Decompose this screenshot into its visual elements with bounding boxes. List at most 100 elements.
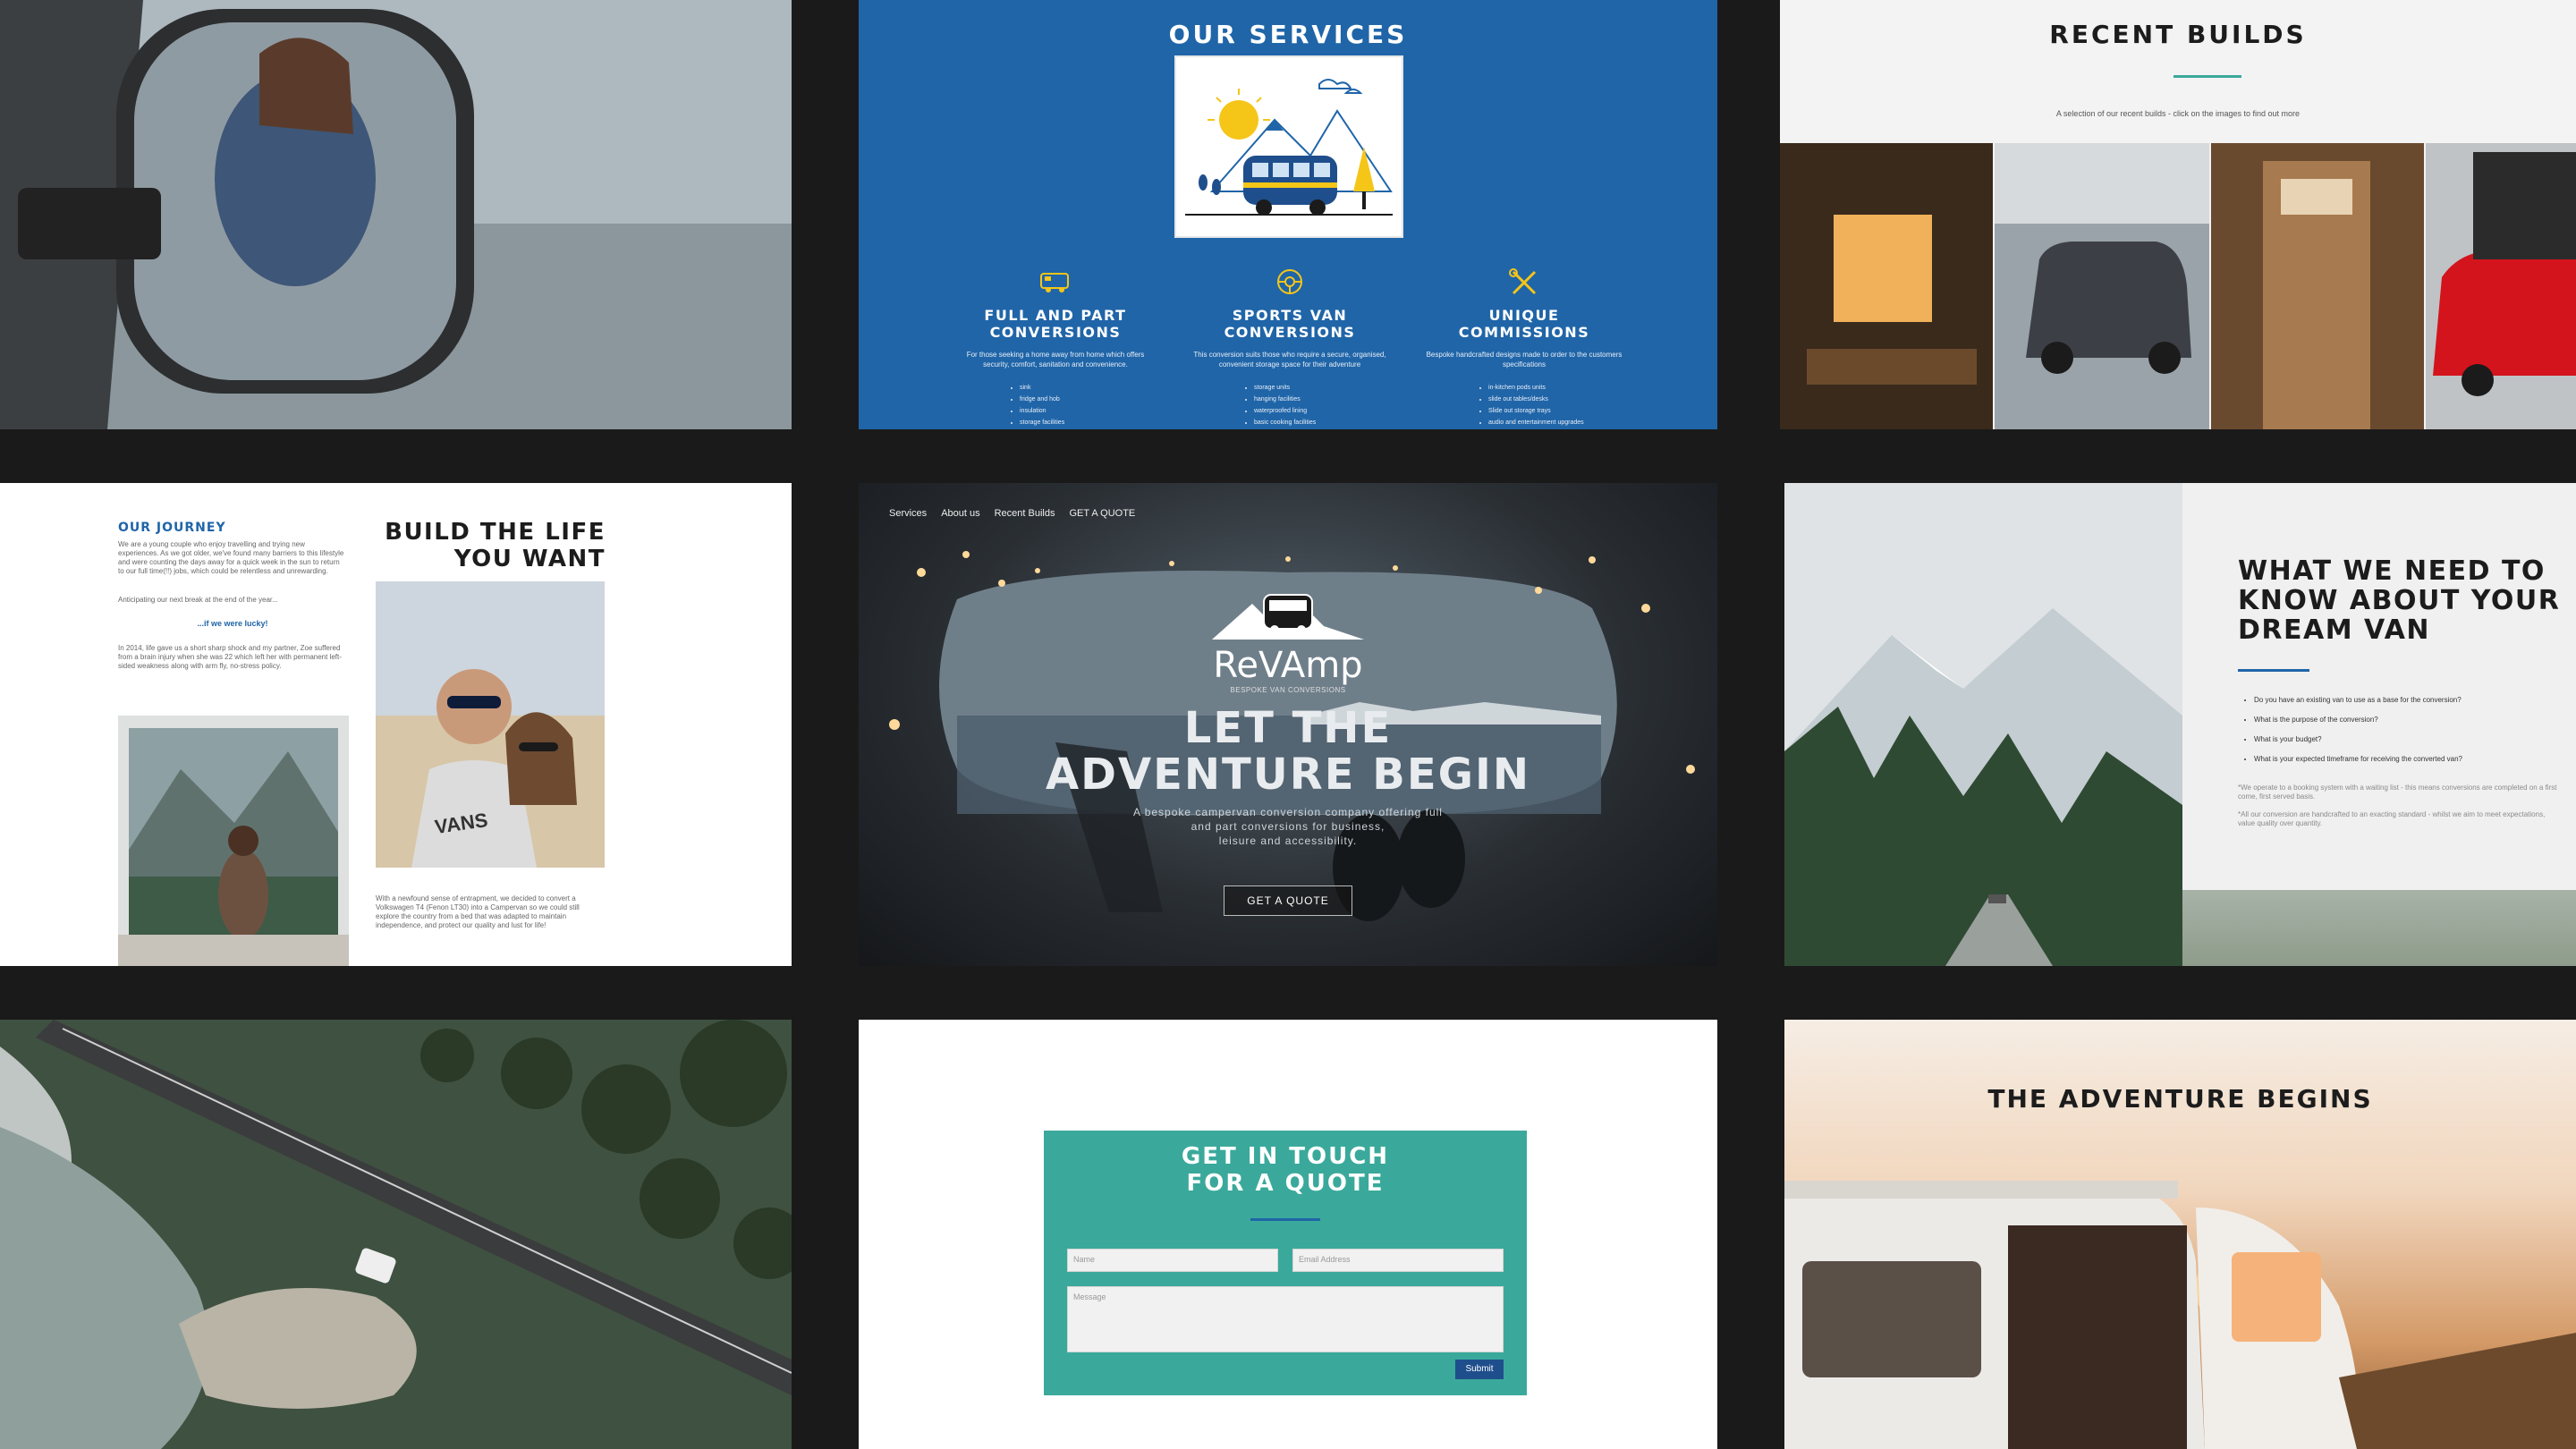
adventure-begins-section: THE ADVENTURE BEGINS — [1784, 1020, 2576, 1449]
email-field[interactable]: Email Address — [1292, 1249, 1504, 1272]
contact-title-line1: GET IN TOUCH — [1181, 1143, 1390, 1170]
title-underline — [1250, 1218, 1320, 1221]
need-question: Do you have an existing van to use as a … — [2254, 691, 2558, 710]
service-bullet: basic cooking facilities — [1254, 417, 1397, 428]
need-title-line3: DREAM VAN — [2238, 614, 2431, 646]
service-title-line1: FULL AND PART — [984, 307, 1127, 324]
nav-get-a-quote[interactable]: GET A QUOTE — [1069, 508, 1135, 519]
service-bullet: insulation — [1020, 405, 1163, 417]
recent-builds-section: RECENT BUILDS A selection of our recent … — [1780, 0, 2576, 429]
builds-images — [1780, 143, 2576, 429]
contact-section: GET IN TOUCH FOR A QUOTE Name Email Addr… — [859, 1020, 1717, 1449]
service-bullet: hanging facilities — [1254, 394, 1397, 405]
quote-form: GET IN TOUCH FOR A QUOTE Name Email Addr… — [1044, 1131, 1527, 1395]
hero-title-line1: LET THE — [1183, 703, 1393, 753]
hero-title-line2: ADVENTURE BEGIN — [1045, 750, 1531, 800]
service-bullet: storage units — [1254, 382, 1397, 394]
nav-recent-builds[interactable]: Recent Builds — [995, 508, 1055, 519]
hero-subtitle-line1: A bespoke campervan conversion company o… — [1133, 806, 1443, 818]
journey-paragraph: Anticipating our next break at the end o… — [118, 596, 278, 604]
hero-subtitle: A bespoke campervan conversion company o… — [859, 805, 1717, 848]
service-bullets: sink fridge and hob insulation storage f… — [1020, 382, 1163, 428]
info-panel: WHAT WE NEED TO KNOW ABOUT YOUR DREAM VA… — [2182, 483, 2576, 890]
hero-subtitle-line2: and part conversions for business, — [1191, 820, 1385, 833]
journey-paragraph: In 2014, life gave us a short sharp shoc… — [118, 644, 342, 670]
service-title-line2: CONVERSIONS — [1224, 324, 1356, 341]
need-question: What is the purpose of the conversion? — [2254, 710, 2558, 730]
journey-section: OUR JOURNEY We are a young couple who en… — [0, 483, 792, 966]
sunset-van-image — [1784, 1181, 2576, 1449]
service-bullet: in-kitchen pods units — [1488, 382, 1631, 394]
service-bullet: waterproofed lining — [1254, 405, 1397, 417]
get-quote-button[interactable]: GET A QUOTE — [1224, 886, 1352, 916]
name-field[interactable]: Name — [1067, 1249, 1278, 1272]
need-note: *We operate to a booking system with a w… — [2238, 784, 2557, 801]
nav-about-us[interactable]: About us — [941, 508, 979, 519]
service-description: For those seeking a home away from home … — [966, 351, 1145, 369]
tools-icon — [1417, 268, 1631, 300]
journey-paragraph: With a newfound sense of entrapment, we … — [376, 894, 580, 929]
service-description: This conversion suits those who require … — [1193, 351, 1386, 369]
message-field[interactable]: Message — [1067, 1286, 1504, 1352]
woman-in-van-photo — [118, 716, 349, 966]
title-underline — [2238, 669, 2309, 672]
service-title-line1: SPORTS VAN — [1232, 307, 1348, 324]
service-title-line1: UNIQUE — [1488, 307, 1560, 324]
service-bullets: storage units hanging facilities waterpr… — [1254, 382, 1397, 428]
need-question: What is your expected timeframe for rece… — [2254, 750, 2558, 769]
begins-title: THE ADVENTURE BEGINS — [1987, 1084, 2373, 1114]
builds-title: RECENT BUILDS — [2049, 20, 2307, 49]
nav-services[interactable]: Services — [889, 508, 927, 519]
aerial-lake-van-image — [0, 1020, 792, 1449]
mountain-road-image — [1784, 483, 2182, 966]
service-bullet: slide out tables/desks — [1488, 394, 1631, 405]
need-title-line1: WHAT WE NEED TO — [2238, 555, 2546, 587]
service-bullet: sink — [1020, 382, 1163, 394]
need-questions: Do you have an existing van to use as a … — [2254, 691, 2558, 769]
hero-subtitle-line3: leisure and accessibility. — [1218, 835, 1358, 847]
service-bullet: audio and entertainment upgrades — [1488, 417, 1631, 428]
service-bullets: in-kitchen pods units slide out tables/d… — [1488, 382, 1631, 428]
journey-lucky: ...if we were lucky! — [197, 619, 268, 628]
title-underline — [2174, 75, 2241, 78]
submit-button[interactable]: Submit — [1455, 1360, 1504, 1379]
need-question: What is your budget? — [2254, 730, 2558, 750]
services-title: OUR SERVICES — [1168, 20, 1408, 49]
couple-selfie-photo: VANS — [376, 581, 605, 868]
build-life-title-line2: YOU WANT — [453, 546, 606, 572]
hero-section: Services About us Recent Builds GET A QU… — [859, 483, 1717, 966]
builds-gallery — [1780, 143, 2576, 429]
build-life-title-line1: BUILD THE LIFE — [385, 519, 606, 546]
service-title-line2: CONVERSIONS — [989, 324, 1122, 341]
service-column-unique: UNIQUE COMMISSIONS Bespoke handcrafted d… — [1417, 268, 1631, 428]
need-title: WHAT WE NEED TO KNOW ABOUT YOUR DREAM VA… — [2238, 556, 2560, 645]
service-title-line2: COMMISSIONS — [1458, 324, 1590, 341]
steering-wheel-icon — [1182, 268, 1397, 300]
car-mirror-image — [0, 0, 792, 429]
revamp-logo: ReVAmp BESPOKE VAN CONVERSIONS — [1212, 590, 1364, 694]
van-mountain-illustration — [1185, 79, 1393, 216]
need-title-line2: KNOW ABOUT YOUR — [2238, 585, 2561, 616]
services-columns: FULL AND PART CONVERSIONS For those seek… — [948, 268, 1628, 429]
service-bullet: storage facilities — [1020, 417, 1163, 428]
logo-tagline: BESPOKE VAN CONVERSIONS — [1230, 686, 1346, 694]
top-nav: Services About us Recent Builds GET A QU… — [889, 508, 1135, 519]
services-section: OUR SERVICES FULL AND PART CONVERSIONS F… — [859, 0, 1717, 429]
need-note: *All our conversion are handcrafted to a… — [2238, 810, 2546, 827]
van-mountain-logo-icon — [1212, 594, 1364, 640]
service-description: Bespoke handcrafted designs made to orde… — [1426, 351, 1623, 369]
build-life-title: BUILD THE LIFE YOU WANT — [337, 519, 606, 572]
service-bullet: fridge and hob — [1020, 394, 1163, 405]
service-column-sports-van: SPORTS VAN CONVERSIONS This conversion s… — [1182, 268, 1397, 428]
service-bullet: Slide out storage trays — [1488, 405, 1631, 417]
van-illustration — [1174, 55, 1403, 238]
aerial-photo-tile — [0, 1020, 792, 1449]
builds-subtitle: A selection of our recent builds - click… — [2055, 109, 2301, 118]
contact-title: GET IN TOUCH FOR A QUOTE — [1044, 1143, 1527, 1197]
campervan-icon — [948, 268, 1163, 300]
journey-paragraph: We are a young couple who enjoy travelli… — [118, 540, 344, 575]
journey-heading: OUR JOURNEY — [118, 521, 226, 535]
service-column-full-part: FULL AND PART CONVERSIONS For those seek… — [948, 268, 1163, 428]
contact-title-line2: FOR A QUOTE — [1186, 1170, 1385, 1197]
logo-wordmark: ReVAmp — [1213, 645, 1363, 686]
